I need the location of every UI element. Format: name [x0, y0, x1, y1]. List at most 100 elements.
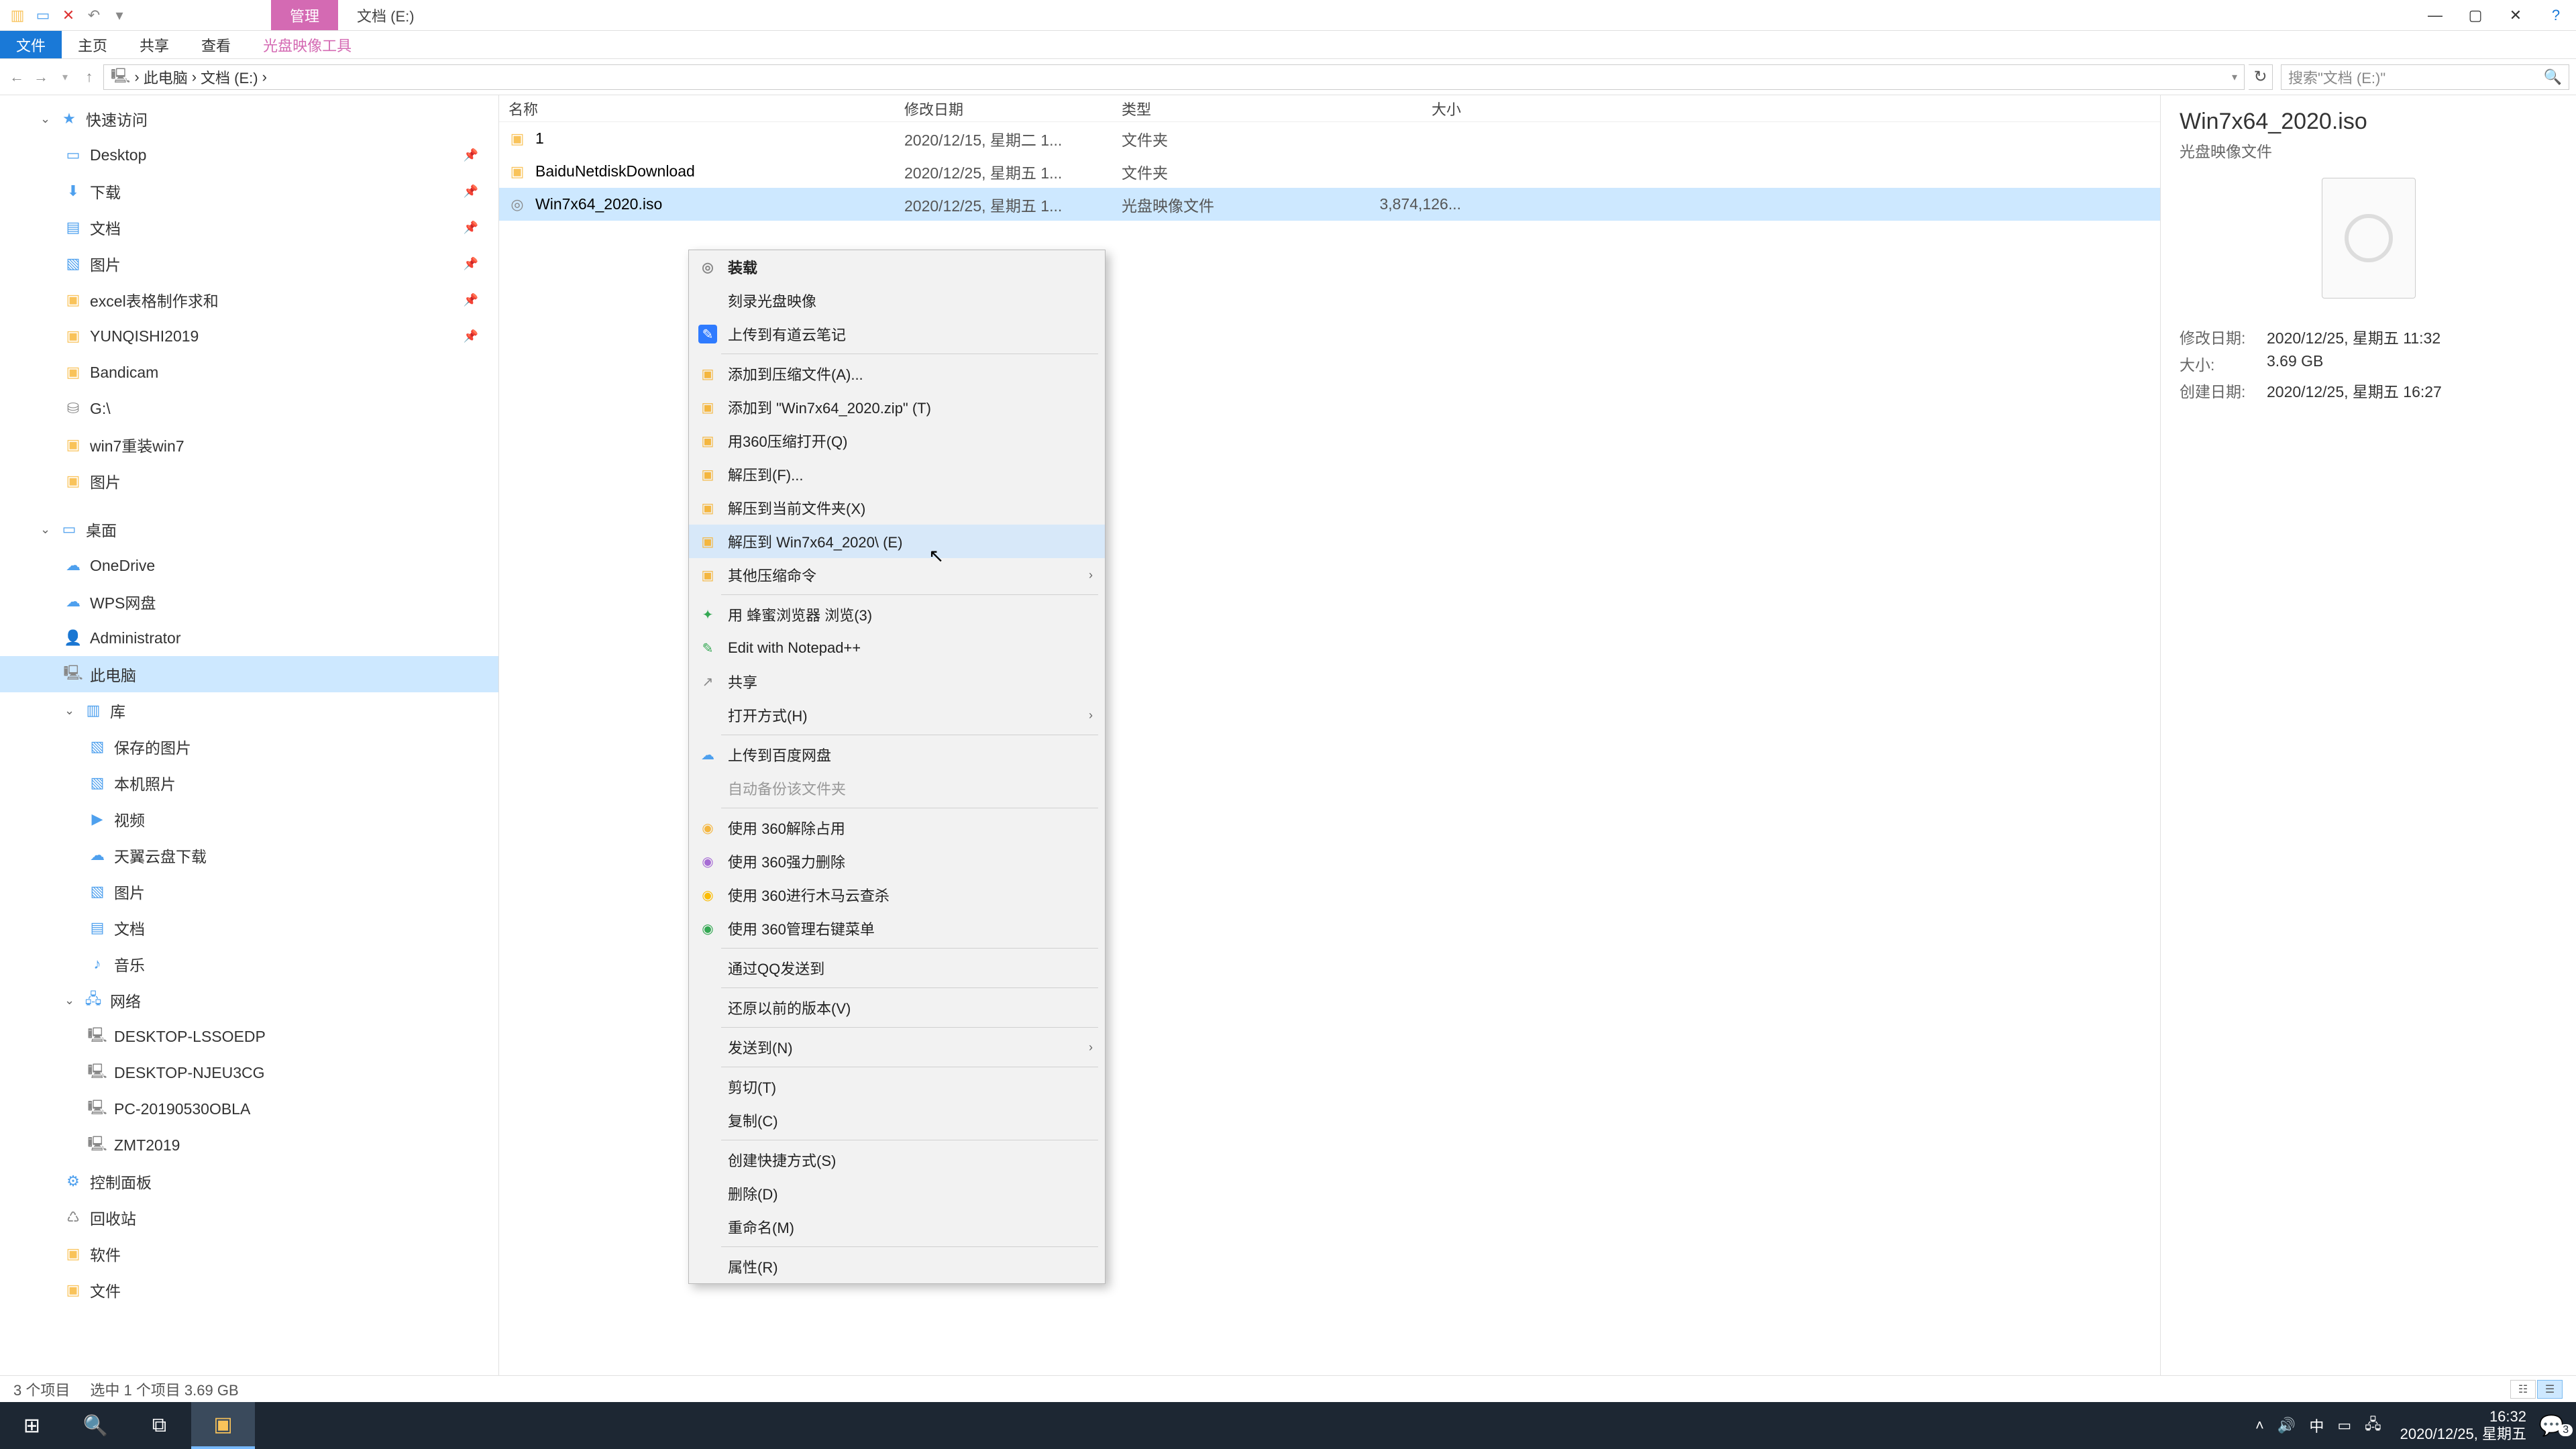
ribbon-isotools[interactable]: 光盘映像工具: [247, 31, 368, 58]
crumb-pc[interactable]: 此电脑: [144, 66, 188, 88]
nav-forward[interactable]: →: [31, 68, 51, 86]
crumb-dropdown-icon[interactable]: ▾: [2232, 70, 2237, 84]
action-center[interactable]: 💬3: [2536, 1402, 2576, 1449]
system-tray[interactable]: ˄ 🔊 中 ▭ 🖧: [2246, 1413, 2391, 1438]
tree-thispc[interactable]: 🖳此电脑: [0, 656, 498, 692]
titlebar-tooltab[interactable]: 管理: [271, 0, 338, 30]
nav-recent-dropdown[interactable]: ▾: [55, 70, 75, 84]
ctx-share[interactable]: ↗共享: [689, 665, 1105, 698]
taskbar-explorer[interactable]: ▣: [191, 1402, 255, 1449]
tree-excel[interactable]: ▣excel表格制作求和📌: [0, 282, 498, 318]
close-button[interactable]: ✕: [2496, 0, 2536, 30]
tree-localpics[interactable]: ▧本机照片: [0, 765, 498, 801]
taskbar-clock[interactable]: 16:32 2020/12/25, 星期五: [2391, 1408, 2536, 1444]
file-row[interactable]: ▣BaiduNetdiskDownload 2020/12/25, 星期五 1.…: [499, 155, 2160, 188]
tray-chevron-icon[interactable]: ˄: [2255, 1417, 2264, 1434]
tree-cpanel[interactable]: ⚙控制面板: [0, 1163, 498, 1199]
tree-downloads[interactable]: ⬇下载📌: [0, 173, 498, 209]
col-type[interactable]: 类型: [1112, 98, 1300, 119]
ctx-burn[interactable]: 刻录光盘映像: [689, 284, 1105, 317]
ctx-extractname[interactable]: ▣解压到 Win7x64_2020\ (E): [689, 525, 1105, 558]
tray-network-icon[interactable]: 🖧: [2365, 1413, 2381, 1438]
maximize-button[interactable]: ▢: [2455, 0, 2496, 30]
tree-d2[interactable]: 🖳DESKTOP-NJEU3CG: [0, 1055, 498, 1091]
ctx-sendto[interactable]: 发送到(N)›: [689, 1030, 1105, 1064]
tree-d1[interactable]: 🖳DESKTOP-LSSOEDP: [0, 1018, 498, 1055]
tree-pictures3[interactable]: ▧图片: [0, 873, 498, 910]
ctx-restore[interactable]: 还原以前的版本(V): [689, 991, 1105, 1024]
ctx-360-delete[interactable]: ◉使用 360强力删除: [689, 845, 1105, 878]
taskbar-search[interactable]: 🔍: [64, 1402, 127, 1449]
refresh-button[interactable]: ↻: [2249, 64, 2273, 90]
tree-desk[interactable]: ⌄▭桌面: [0, 511, 498, 547]
tree-yunqishi[interactable]: ▣YUNQISHI2019📌: [0, 318, 498, 354]
col-size[interactable]: 大小: [1300, 98, 1474, 119]
tree-admin[interactable]: 👤Administrator: [0, 620, 498, 656]
nav-back[interactable]: ←: [7, 68, 27, 86]
ctx-baidu[interactable]: ☁上传到百度网盘: [689, 738, 1105, 771]
qat-dropdown-icon[interactable]: ▾: [110, 6, 129, 25]
view-details[interactable]: ☰: [2537, 1380, 2563, 1399]
qat-undo-icon[interactable]: ↶: [85, 6, 103, 25]
file-row-selected[interactable]: ◎Win7x64_2020.iso 2020/12/25, 星期五 1...光盘…: [499, 188, 2160, 221]
tree-pictures2[interactable]: ▣图片: [0, 463, 498, 499]
ctx-openwith[interactable]: 打开方式(H)›: [689, 698, 1105, 732]
start-button[interactable]: ⊞: [0, 1402, 64, 1449]
nav-up[interactable]: ↑: [79, 68, 99, 86]
tree-quickaccess[interactable]: ⌄★快速访问: [0, 101, 498, 137]
ctx-360-scan[interactable]: ◉使用 360进行木马云查杀: [689, 878, 1105, 912]
tree-d4[interactable]: 🖳ZMT2019: [0, 1127, 498, 1163]
tree-network[interactable]: ⌄🖧网络: [0, 982, 498, 1018]
tree-files[interactable]: ▣文件: [0, 1272, 498, 1308]
tree-onedrive[interactable]: ☁OneDrive: [0, 547, 498, 584]
tree-desktop[interactable]: ▭Desktop📌: [0, 137, 498, 173]
tree-soft[interactable]: ▣软件: [0, 1236, 498, 1272]
tree-savedpics[interactable]: ▧保存的图片: [0, 729, 498, 765]
ctx-360-menu[interactable]: ◉使用 360管理右键菜单: [689, 912, 1105, 945]
tree-bandicam[interactable]: ▣Bandicam: [0, 354, 498, 390]
file-row[interactable]: ▣1 2020/12/15, 星期二 1...文件夹: [499, 122, 2160, 155]
ctx-addzipn[interactable]: ▣添加到 "Win7x64_2020.zip" (T): [689, 390, 1105, 424]
help-button[interactable]: ?: [2536, 0, 2576, 30]
ctx-delete[interactable]: 删除(D): [689, 1177, 1105, 1210]
breadcrumb[interactable]: 🖳 › 此电脑 › 文档 (E:) › ▾: [103, 64, 2245, 90]
minimize-button[interactable]: —: [2415, 0, 2455, 30]
tree-lib[interactable]: ⌄▥库: [0, 692, 498, 729]
tree-d3[interactable]: 🖳PC-20190530OBLA: [0, 1091, 498, 1127]
ctx-extractto[interactable]: ▣解压到(F)...: [689, 458, 1105, 491]
ctx-shortcut[interactable]: 创建快捷方式(S): [689, 1143, 1105, 1177]
qat-delete-icon[interactable]: ✕: [59, 6, 78, 25]
col-date[interactable]: 修改日期: [895, 98, 1112, 119]
tray-volume-icon[interactable]: 🔊: [2277, 1417, 2296, 1434]
tree-docs3[interactable]: ▤文档: [0, 910, 498, 946]
tree-recycle[interactable]: ♺回收站: [0, 1199, 498, 1236]
col-name[interactable]: 名称: [499, 98, 895, 119]
qat-properties-icon[interactable]: ▭: [34, 6, 52, 25]
tree-pictures[interactable]: ▧图片📌: [0, 246, 498, 282]
ctx-otherzip[interactable]: ▣其他压缩命令›: [689, 558, 1105, 592]
ribbon-view[interactable]: 查看: [185, 31, 247, 58]
ctx-mount[interactable]: ◎装载: [689, 250, 1105, 284]
ribbon-home[interactable]: 主页: [62, 31, 123, 58]
tray-ime-icon[interactable]: ▭: [2337, 1417, 2351, 1434]
tree-gdrive[interactable]: ⛁G:\: [0, 390, 498, 427]
ctx-npp[interactable]: ✎Edit with Notepad++: [689, 631, 1105, 665]
tray-ime[interactable]: 中: [2309, 1415, 2324, 1436]
ctx-copy[interactable]: 复制(C): [689, 1104, 1105, 1137]
ctx-youdao[interactable]: ✎上传到有道云笔记: [689, 317, 1105, 351]
search-input[interactable]: 搜索"文档 (E:)" 🔍: [2281, 64, 2569, 90]
ctx-open360[interactable]: ▣用360压缩打开(Q): [689, 424, 1105, 458]
crumb-loc[interactable]: 文档 (E:): [201, 66, 258, 88]
tree-tianyi[interactable]: ☁天翼云盘下载: [0, 837, 498, 873]
tree-music[interactable]: ♪音乐: [0, 946, 498, 982]
ctx-extracthere[interactable]: ▣解压到当前文件夹(X): [689, 491, 1105, 525]
ctx-cut[interactable]: 剪切(T): [689, 1070, 1105, 1104]
taskview-button[interactable]: ⧉: [127, 1402, 191, 1449]
ctx-360-unlock[interactable]: ◉使用 360解除占用: [689, 811, 1105, 845]
view-large-icons[interactable]: ☷: [2510, 1380, 2536, 1399]
tree-videos[interactable]: ▶视频: [0, 801, 498, 837]
tree-documents[interactable]: ▤文档📌: [0, 209, 498, 246]
ctx-addzip[interactable]: ▣添加到压缩文件(A)...: [689, 357, 1105, 390]
ribbon-file[interactable]: 文件: [0, 31, 62, 58]
ctx-bee[interactable]: ✦用 蜂蜜浏览器 浏览(3): [689, 598, 1105, 631]
